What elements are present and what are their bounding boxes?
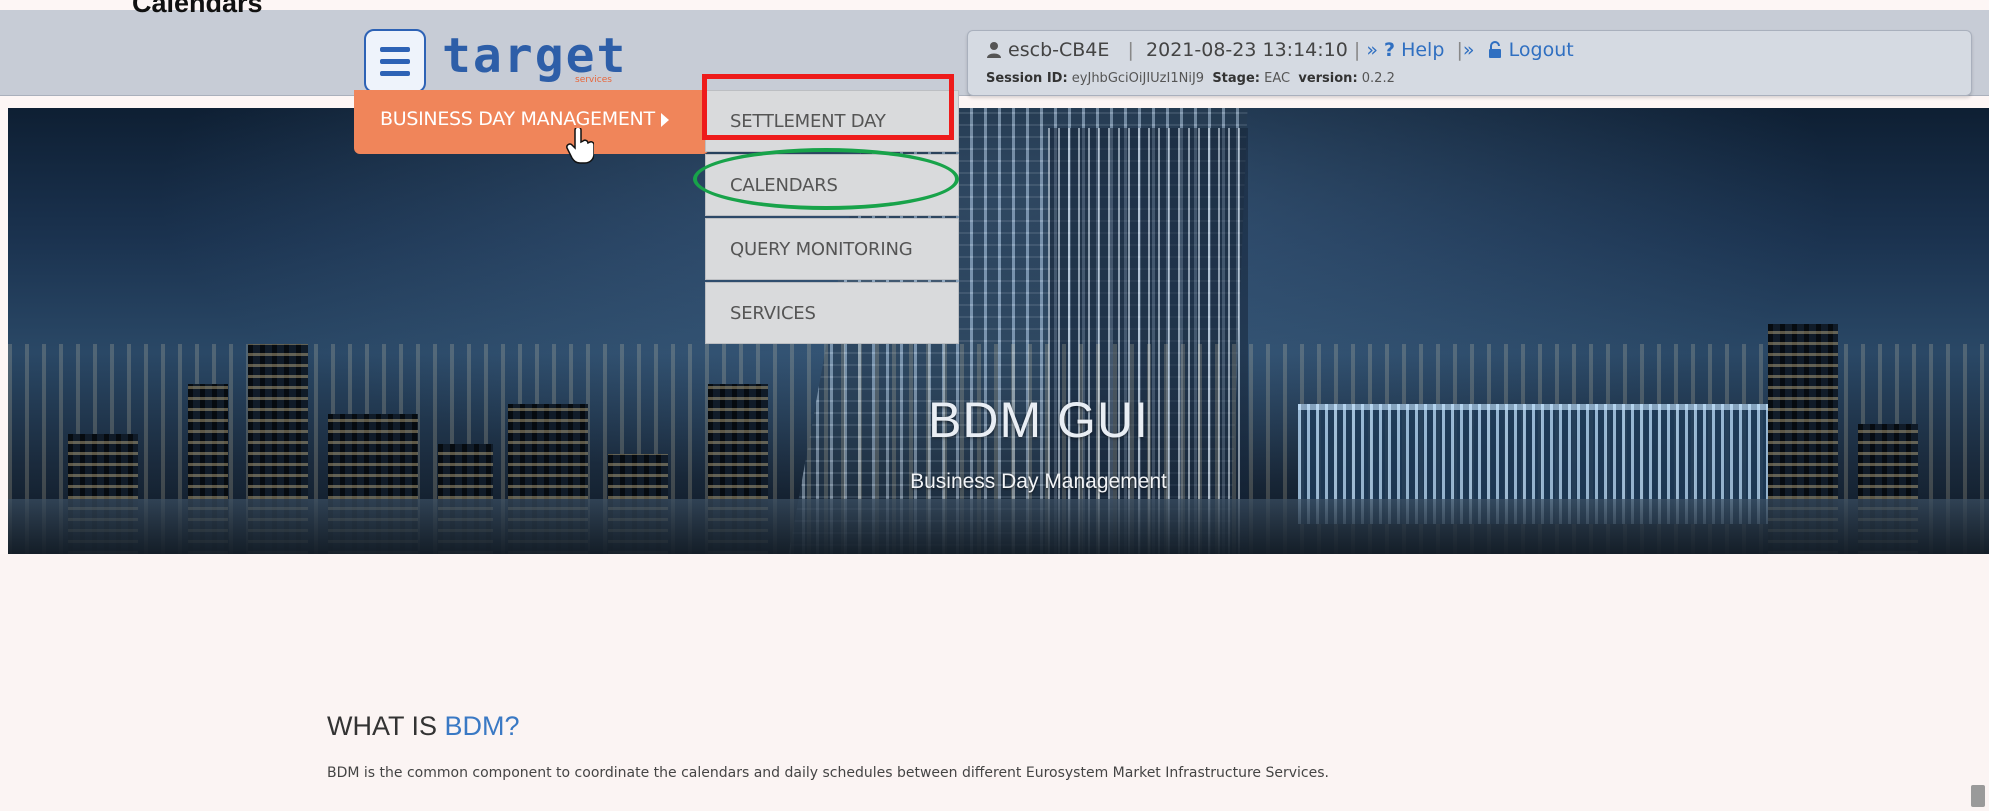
- logo: target services: [442, 26, 627, 86]
- logout-link[interactable]: Logout: [1509, 39, 1574, 61]
- hero-banner: BDM GUI Business Day Management: [8, 108, 1989, 554]
- session-info: escb-CB4E | 2021-08-23 13:14:10 | » ? He…: [986, 38, 1574, 61]
- what-is-description: BDM is the common component to coordinat…: [327, 765, 1329, 781]
- document-caption: Calendars: [132, 0, 263, 18]
- content-section: WHAT IS BDM? BDM is the common component…: [0, 554, 1989, 811]
- scrollbar-thumb[interactable]: [1971, 785, 1985, 807]
- header: target services escb-CB4E | 2021-08-23 1…: [0, 10, 1989, 96]
- help-link[interactable]: Help: [1401, 39, 1444, 61]
- menu-business-day-management[interactable]: BUSINESS DAY MANAGEMENT: [354, 90, 709, 154]
- session-id-value: eyJhbGciOiJIUzI1NiJ9: [1071, 71, 1205, 86]
- submenu-item-query-monitoring[interactable]: QUERY MONITORING: [705, 218, 959, 280]
- chevron-right-icon: [660, 112, 669, 127]
- red-highlight-box: [702, 74, 954, 140]
- session-panel: escb-CB4E | 2021-08-23 13:14:10 | » ? He…: [967, 30, 1972, 96]
- session-datetime: 2021-08-23 13:14:10: [1146, 39, 1348, 61]
- logo-subtext: services: [575, 75, 612, 85]
- hero-subtitle: Business Day Management: [910, 470, 1167, 493]
- submenu-item-services[interactable]: SERVICES: [705, 282, 959, 344]
- stage-value: EAC: [1264, 71, 1291, 86]
- help-icon: ?: [1384, 39, 1396, 61]
- session-details: Session ID: eyJhbGciOiJIUzI1NiJ9 Stage: …: [986, 71, 1395, 86]
- page: Calendars target services escb-CB4E | 20…: [0, 0, 1989, 811]
- what-is-heading: WHAT IS BDM?: [327, 711, 520, 741]
- cursor-hand-icon: [566, 128, 594, 164]
- username: escb-CB4E: [1008, 39, 1110, 61]
- menu-icon[interactable]: [364, 29, 426, 93]
- lock-icon: [1488, 41, 1501, 58]
- hero-title: BDM GUI: [928, 392, 1149, 448]
- version-value: 0.2.2: [1361, 71, 1395, 86]
- user-icon: [987, 42, 1001, 58]
- green-highlight-ellipse: [693, 148, 959, 210]
